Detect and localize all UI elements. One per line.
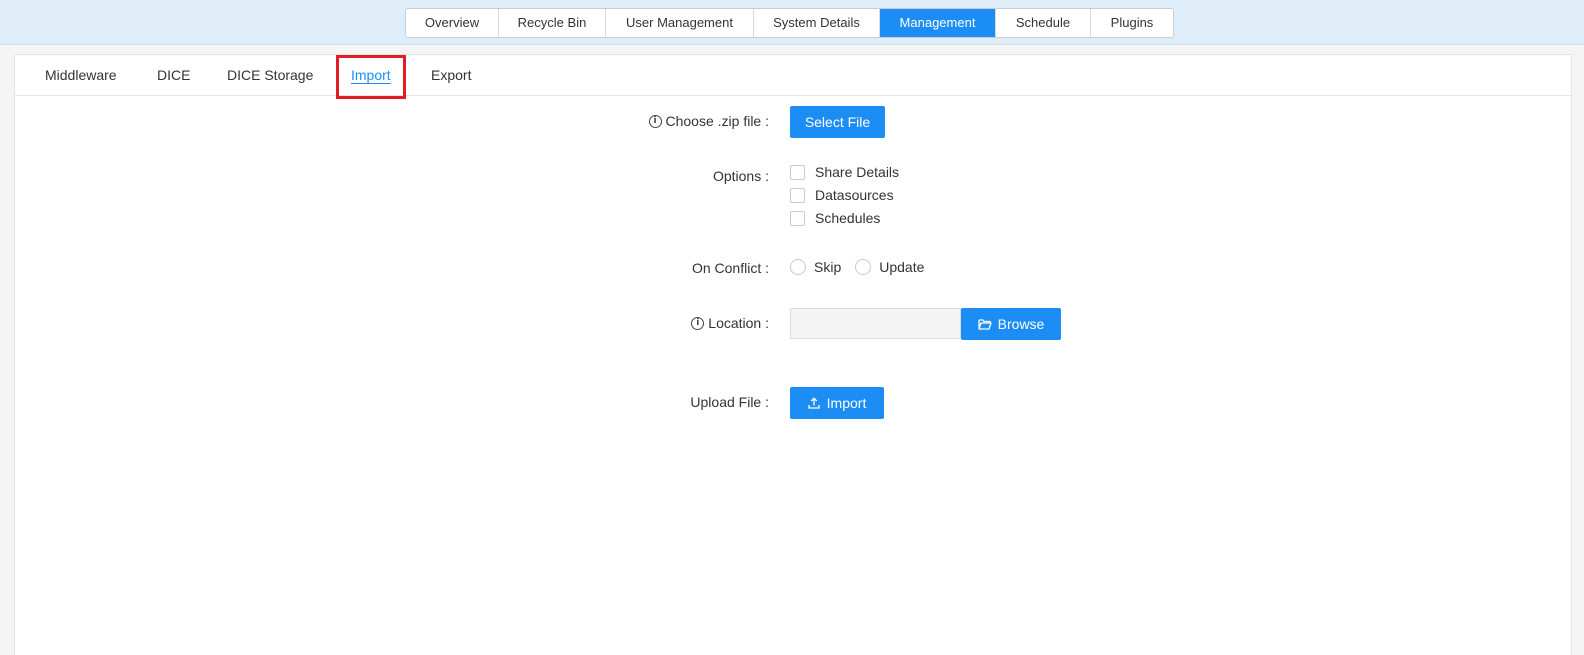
tab-management[interactable]: Management <box>880 9 996 37</box>
option-share-details[interactable]: Share Details <box>790 164 899 180</box>
options-label: Options : <box>712 168 769 184</box>
tab-system-details[interactable]: System Details <box>754 9 880 37</box>
datasources-label: Datasources <box>815 187 894 203</box>
select-file-button[interactable]: Select File <box>790 106 885 138</box>
tab-plugins[interactable]: Plugins <box>1091 9 1173 37</box>
skip-label: Skip <box>814 259 842 275</box>
sub-tab-bar: Middleware DICE DICE Storage Import Expo… <box>15 55 1571 99</box>
subtab-dice[interactable]: DICE <box>157 67 190 83</box>
on-conflict-label: On Conflict : <box>691 260 769 276</box>
share-details-label: Share Details <box>815 164 900 180</box>
subtab-export[interactable]: Export <box>431 67 471 83</box>
schedules-label: Schedules <box>815 210 881 226</box>
top-tab-group: Overview Recycle Bin User Management Sys… <box>405 8 1174 38</box>
upload-icon <box>808 397 820 409</box>
info-icon: i <box>648 114 662 128</box>
top-navigation-bar: Overview Recycle Bin User Management Sys… <box>0 0 1584 45</box>
tab-overview[interactable]: Overview <box>406 9 499 37</box>
location-input[interactable] <box>790 308 961 339</box>
share-details-checkbox[interactable] <box>790 164 805 180</box>
tab-recycle-bin[interactable]: Recycle Bin <box>499 9 606 37</box>
subtab-dice-storage[interactable]: DICE Storage <box>227 67 313 83</box>
update-label: Update <box>879 259 925 275</box>
info-icon: i <box>691 316 705 330</box>
management-panel: Middleware DICE DICE Storage Import Expo… <box>14 54 1572 655</box>
option-datasources[interactable]: Datasources <box>790 187 894 203</box>
tab-schedule[interactable]: Schedule <box>996 9 1091 37</box>
browse-button[interactable]: Browse <box>961 308 1061 340</box>
import-button[interactable]: Import <box>790 387 884 419</box>
location-label: i Location : <box>691 315 769 331</box>
subtab-import[interactable]: Import <box>351 67 391 83</box>
schedules-checkbox[interactable] <box>790 210 805 226</box>
subtab-middleware[interactable]: Middleware <box>45 67 117 83</box>
choose-zip-label: i Choose .zip file : <box>648 113 769 129</box>
tab-user-management[interactable]: User Management <box>606 9 754 37</box>
upload-file-label: Upload File : <box>690 394 769 410</box>
skip-radio[interactable] <box>790 259 806 275</box>
on-conflict-radio-group: Skip Update <box>790 259 924 275</box>
datasources-checkbox[interactable] <box>790 187 805 203</box>
folder-open-icon <box>978 319 992 330</box>
update-radio[interactable] <box>855 259 872 275</box>
option-schedules[interactable]: Schedules <box>790 210 880 226</box>
